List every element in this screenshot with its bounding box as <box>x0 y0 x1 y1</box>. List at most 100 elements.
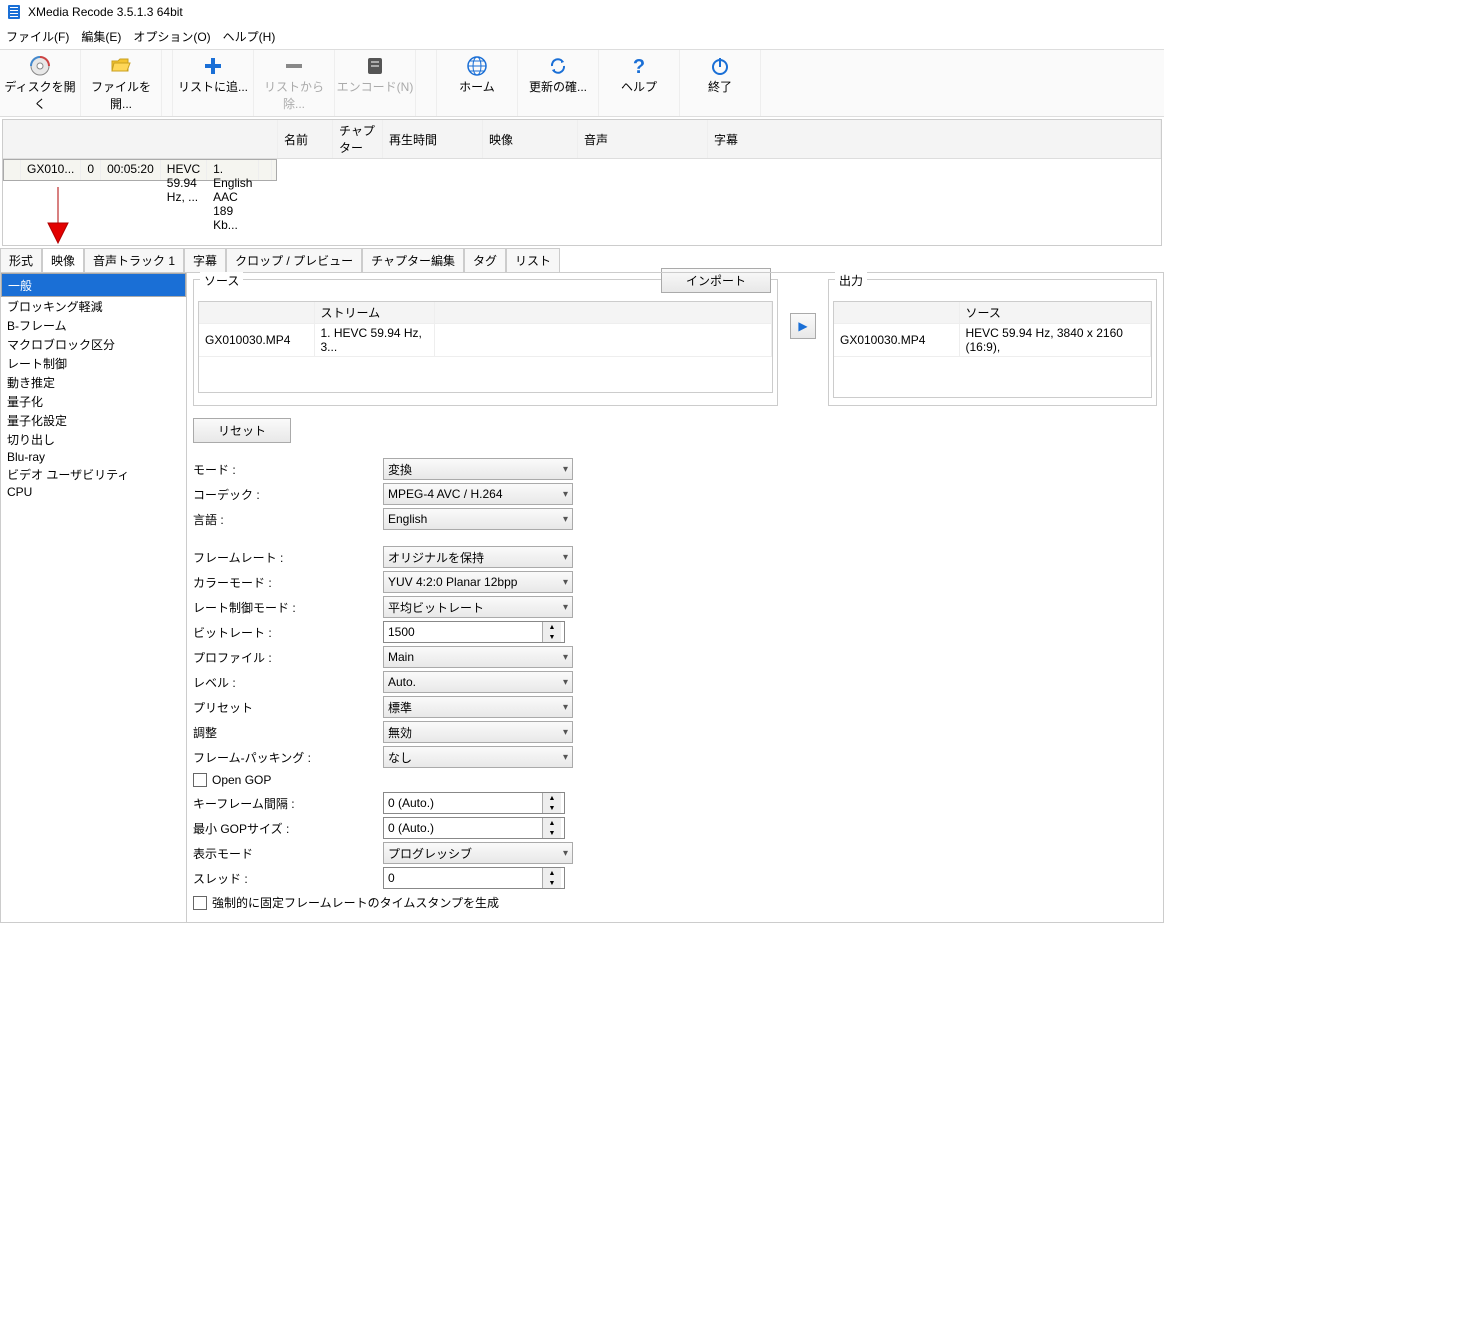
output-group-label: 出力 <box>835 272 867 289</box>
menu-file[interactable]: ファイル(F) <box>0 26 75 47</box>
spinner-icon[interactable]: ▲▼ <box>542 793 561 813</box>
power-icon <box>680 54 760 78</box>
keyframe-input[interactable]: ▲▼ <box>383 792 565 814</box>
folder-open-icon <box>81 54 161 78</box>
framerate-select[interactable]: オリジナルを保持▾ <box>383 546 573 568</box>
output-row[interactable]: GX010030.MP4 HEVC 59.94 Hz, 3840 x 2160 … <box>834 324 1151 357</box>
file-list-panel: 名前 チャプター 再生時間 映像 音声 字幕 GX010... 0 00:05:… <box>2 119 1162 246</box>
menu-options[interactable]: オプション(O) <box>127 26 216 47</box>
title-bar: XMedia Recode 3.5.1.3 64bit <box>0 0 1164 24</box>
spinner-icon[interactable]: ▲▼ <box>542 622 561 642</box>
encode-button: エンコード(N) <box>335 50 416 116</box>
ratecontrol-select[interactable]: 平均ビットレート▾ <box>383 596 573 618</box>
mingop-input[interactable]: ▲▼ <box>383 817 565 839</box>
red-arrow-annotation <box>43 185 73 245</box>
chevron-down-icon: ▾ <box>563 464 568 475</box>
toolbar: ディスクを開く ファイルを開... リストに追... リストから除... エンコ… <box>0 49 1164 117</box>
sidebar-item[interactable]: 量子化 <box>1 392 186 411</box>
spinner-icon[interactable]: ▲▼ <box>542 868 561 888</box>
tab-chapter[interactable]: チャプター編集 <box>362 248 464 272</box>
colormode-select[interactable]: YUV 4:2:0 Planar 12bpp▾ <box>383 571 573 593</box>
disc-icon <box>0 54 80 78</box>
sidebar-item[interactable]: 一般 <box>1 273 186 297</box>
globe-icon <box>437 54 517 78</box>
display-mode-select[interactable]: プログレッシブ▾ <box>383 842 573 864</box>
col-sub[interactable]: 字幕 <box>707 120 1160 159</box>
col-audio[interactable]: 音声 <box>577 120 707 159</box>
minus-icon <box>254 54 334 78</box>
tab-tag[interactable]: タグ <box>464 248 506 272</box>
file-list-table[interactable]: 名前 チャプター 再生時間 映像 音声 字幕 GX010... 0 00:05:… <box>3 120 1161 245</box>
tune-select[interactable]: 無効▾ <box>383 721 573 743</box>
sidebar-item[interactable]: Blu-ray <box>1 449 186 465</box>
open-file-button[interactable]: ファイルを開... <box>81 50 162 116</box>
language-select[interactable]: English▾ <box>383 508 573 530</box>
output-table[interactable]: ソース GX010030.MP4 HEVC 59.94 Hz, 3840 x 2… <box>834 302 1151 357</box>
col-duration[interactable]: 再生時間 <box>382 120 482 159</box>
level-select[interactable]: Auto.▾ <box>383 671 573 693</box>
chevron-down-icon: ▾ <box>563 552 568 563</box>
bitrate-input[interactable]: ▲▼ <box>383 621 565 643</box>
update-button[interactable]: 更新の確... <box>518 50 599 116</box>
chevron-down-icon: ▾ <box>563 848 568 859</box>
home-button[interactable]: ホーム <box>437 50 518 116</box>
chevron-down-icon: ▾ <box>563 577 568 588</box>
chevron-down-icon: ▾ <box>563 752 568 763</box>
menu-help[interactable]: ヘルプ(H) <box>217 26 282 47</box>
remove-from-list-button: リストから除... <box>254 50 335 116</box>
sidebar-item[interactable]: 動き推定 <box>1 373 186 392</box>
source-group-label: ソース <box>200 272 243 289</box>
exit-button[interactable]: 終了 <box>680 50 761 116</box>
chevron-down-icon: ▾ <box>563 727 568 738</box>
sidebar-item[interactable]: B-フレーム <box>1 316 186 335</box>
col-video[interactable]: 映像 <box>482 120 577 159</box>
help-button[interactable]: ? ヘルプ <box>599 50 680 116</box>
profile-select[interactable]: Main▾ <box>383 646 573 668</box>
main-tabs: 形式 映像 音声トラック 1 字幕 クロップ / プレビュー チャプター編集 タ… <box>0 248 1164 273</box>
packing-select[interactable]: なし▾ <box>383 746 573 768</box>
chevron-down-icon: ▾ <box>563 489 568 500</box>
sidebar-item[interactable]: マクロブロック区分 <box>1 335 186 354</box>
tab-crop[interactable]: クロップ / プレビュー <box>226 248 362 272</box>
refresh-icon <box>518 54 598 78</box>
spinner-icon[interactable]: ▲▼ <box>542 818 561 838</box>
video-settings-sidebar: 一般 ブロッキング軽減 B-フレーム マクロブロック区分 レート制御 動き推定 … <box>1 273 187 922</box>
sidebar-item[interactable]: ビデオ ユーザビリティ <box>1 465 186 484</box>
codec-select[interactable]: MPEG-4 AVC / H.264▾ <box>383 483 573 505</box>
encode-icon <box>335 54 415 78</box>
opengop-checkbox[interactable]: Open GOP <box>193 773 778 787</box>
sidebar-item[interactable]: CPU <box>1 484 186 500</box>
chevron-down-icon: ▾ <box>563 677 568 688</box>
file-row[interactable]: GX010... 0 00:05:20 HEVC 59.94 Hz, ... 1… <box>3 159 277 181</box>
sidebar-item[interactable]: 量子化設定 <box>1 411 186 430</box>
sidebar-item[interactable]: 切り出し <box>1 430 186 449</box>
source-row[interactable]: GX010030.MP4 1. HEVC 59.94 Hz, 3... <box>199 324 772 357</box>
chevron-down-icon: ▾ <box>563 702 568 713</box>
tab-audio[interactable]: 音声トラック 1 <box>84 248 184 272</box>
sidebar-item[interactable]: ブロッキング軽減 <box>1 297 186 316</box>
col-name[interactable]: 名前 <box>277 120 332 159</box>
col-chapter[interactable]: チャプター <box>332 120 382 159</box>
thread-input[interactable]: ▲▼ <box>383 867 565 889</box>
force-cfr-checkbox[interactable]: 強制的に固定フレームレートのタイムスタンプを生成 <box>193 894 778 911</box>
svg-text:?: ? <box>633 56 645 77</box>
chevron-down-icon: ▾ <box>563 652 568 663</box>
reset-button[interactable]: リセット <box>193 418 291 443</box>
sidebar-item[interactable]: レート制御 <box>1 354 186 373</box>
menu-edit[interactable]: 編集(E) <box>75 26 127 47</box>
add-to-output-button[interactable]: ▶ <box>790 313 816 339</box>
source-table[interactable]: ストリーム GX010030.MP4 1. HEVC 59.94 Hz, 3..… <box>199 302 772 357</box>
tab-video[interactable]: 映像 <box>42 248 84 272</box>
window-title: XMedia Recode 3.5.1.3 64bit <box>28 5 183 19</box>
tab-list[interactable]: リスト <box>506 248 560 272</box>
add-to-list-button[interactable]: リストに追... <box>173 50 254 116</box>
preset-select[interactable]: 標準▾ <box>383 696 573 718</box>
tab-sub[interactable]: 字幕 <box>184 248 226 272</box>
mode-select[interactable]: 変換▾ <box>383 458 573 480</box>
open-disc-button[interactable]: ディスクを開く <box>0 50 81 116</box>
chevron-down-icon: ▾ <box>563 602 568 613</box>
question-icon: ? <box>599 54 679 78</box>
tab-format[interactable]: 形式 <box>0 248 42 272</box>
menu-bar: ファイル(F) 編集(E) オプション(O) ヘルプ(H) <box>0 24 1164 49</box>
play-arrow-icon: ▶ <box>798 319 807 333</box>
